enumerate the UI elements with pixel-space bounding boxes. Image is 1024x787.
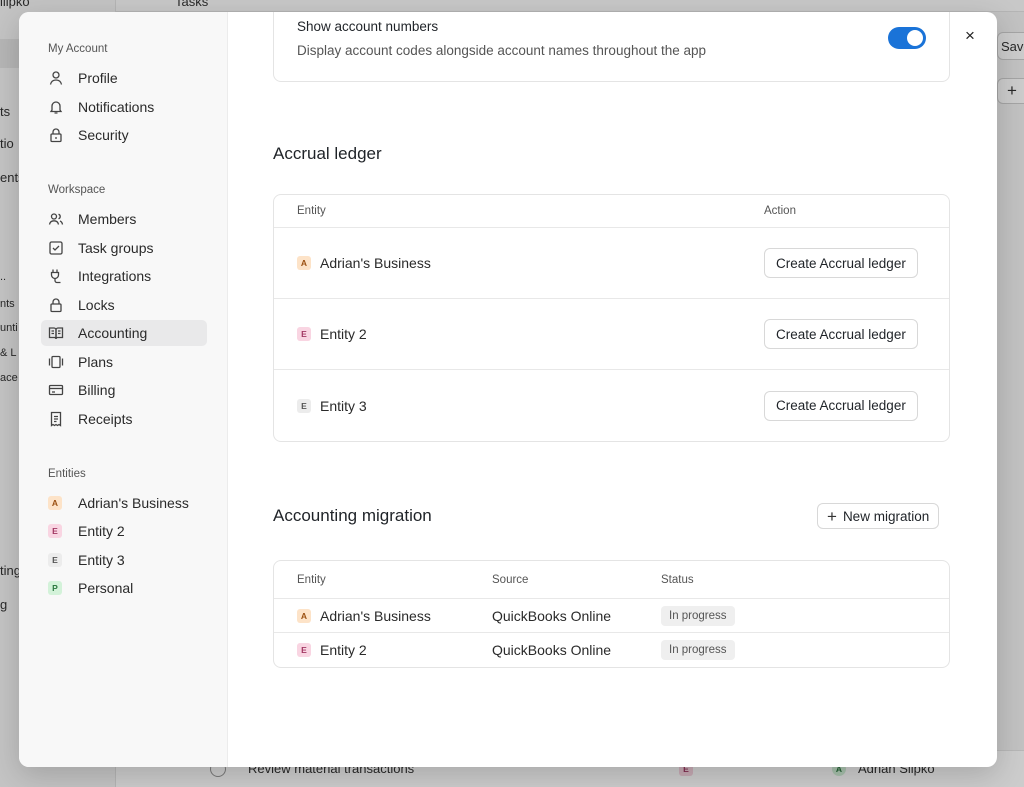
col-entity: Entity — [297, 573, 326, 586]
nav-item-plans[interactable]: Plans — [41, 349, 207, 375]
entity-cell: E Entity 2 — [297, 642, 492, 658]
nav-item-profile[interactable]: Profile — [41, 65, 207, 91]
settings-modal: My Account Profile Notifications Securit… — [19, 12, 997, 767]
entity-badge: A — [297, 608, 311, 623]
create-accrual-ledger-button[interactable]: Create Accrual ledger — [764, 390, 918, 421]
plans-icon — [48, 354, 64, 370]
users-icon — [48, 211, 64, 227]
entity-badge: P — [48, 581, 62, 595]
entity-badge: E — [297, 327, 311, 341]
nav-entity-entity-2[interactable]: E Entity 2 — [41, 518, 207, 544]
accrual-ledger-table: Entity Action A Adrian's Business Create… — [273, 194, 950, 442]
plug-icon — [48, 268, 64, 284]
migration-table-header: Entity Source Status — [274, 561, 949, 599]
status-badge: In progress — [661, 605, 735, 626]
lock-icon — [48, 297, 64, 313]
table-row: A Adrian's Business QuickBooks Online In… — [274, 599, 949, 633]
nav-item-label: Accounting — [78, 325, 148, 341]
accrual-ledger-title: Accrual ledger — [273, 144, 382, 163]
status-badge: In progress — [661, 640, 735, 660]
book-icon — [48, 325, 64, 341]
plus-icon: + — [827, 506, 837, 526]
nav-item-billing[interactable]: Billing — [41, 377, 207, 403]
create-accrual-ledger-button[interactable]: Create Accrual ledger — [764, 319, 918, 349]
settings-content: × Show account numbers Display account c… — [228, 12, 997, 767]
receipt-icon — [48, 411, 64, 427]
nav-item-label: Entity 2 — [78, 523, 125, 539]
lock-icon — [48, 127, 64, 143]
table-row: A Adrian's Business Create Accrual ledge… — [274, 228, 949, 299]
nav-entity-entity-3[interactable]: E Entity 3 — [41, 547, 207, 573]
nav-item-label: Members — [78, 211, 137, 227]
user-icon — [48, 70, 64, 86]
entity-cell: A Adrian's Business — [297, 255, 764, 271]
entity-name: Entity 2 — [320, 326, 367, 342]
account-numbers-title: Show account numbers — [297, 19, 439, 34]
entity-badge: E — [48, 524, 62, 538]
nav-item-label: Locks — [78, 296, 115, 313]
migration-table: Entity Source Status A Adrian's Business… — [273, 560, 950, 668]
nav-item-label: Task groups — [78, 239, 154, 256]
entity-badge: E — [297, 398, 311, 413]
nav-item-notifications[interactable]: Notifications — [41, 94, 207, 120]
nav-item-label: Plans — [78, 353, 114, 370]
nav-item-members[interactable]: Members — [41, 206, 207, 232]
table-row: E Entity 2 QuickBooks Online In progress — [274, 633, 949, 667]
entity-badge: A — [297, 256, 311, 270]
nav-item-label: Entity 3 — [78, 551, 125, 568]
col-entity: Entity — [297, 205, 326, 217]
nav-item-label: Receipts — [78, 410, 133, 427]
nav-section-workspace: Workspace — [48, 184, 106, 196]
entity-cell: E Entity 3 — [297, 398, 764, 414]
accrual-table-header: Entity Action — [274, 195, 949, 228]
nav-item-security[interactable]: Security — [41, 122, 207, 148]
nav-item-label: Integrations — [78, 268, 152, 284]
nav-item-task-groups[interactable]: Task groups — [41, 235, 207, 261]
nav-item-integrations[interactable]: Integrations — [41, 263, 207, 289]
account-numbers-toggle[interactable] — [888, 27, 926, 49]
source-cell: QuickBooks Online — [492, 607, 612, 624]
table-row: E Entity 3 Create Accrual ledger — [274, 370, 949, 441]
table-row: E Entity 2 Create Accrual ledger — [274, 299, 949, 370]
entity-badge: E — [48, 552, 62, 567]
card-icon — [48, 382, 64, 398]
bell-icon — [48, 99, 64, 115]
nav-item-locks[interactable]: Locks — [41, 292, 207, 318]
nav-entity-adrians-business[interactable]: A Adrian's Business — [41, 490, 207, 516]
entity-name: Entity 3 — [320, 397, 367, 414]
nav-item-label: Security — [78, 127, 129, 143]
entity-cell: E Entity 2 — [297, 326, 764, 342]
close-icon: × — [965, 26, 975, 45]
nav-item-label: Personal — [78, 580, 134, 596]
nav-item-label: Profile — [78, 70, 118, 86]
col-status: Status — [661, 573, 694, 586]
nav-section-entities: Entities — [48, 467, 86, 480]
entity-badge: A — [48, 495, 62, 510]
nav-item-receipts[interactable]: Receipts — [41, 406, 207, 432]
nav-item-label: Billing — [78, 382, 116, 398]
close-button[interactable]: × — [960, 26, 980, 46]
account-numbers-description: Display account codes alongside account … — [297, 43, 707, 58]
nav-item-label: Notifications — [78, 98, 155, 115]
accounting-migration-title: Accounting migration — [273, 506, 432, 525]
entity-badge: E — [297, 643, 311, 657]
nav-item-accounting[interactable]: Accounting — [41, 320, 207, 346]
account-numbers-card: Show account numbers Display account cod… — [273, 12, 950, 82]
entity-cell: A Adrian's Business — [297, 608, 492, 624]
entity-name: Entity 2 — [320, 642, 367, 658]
nav-item-label: Adrian's Business — [78, 494, 189, 511]
col-source: Source — [492, 573, 529, 586]
create-accrual-ledger-button[interactable]: Create Accrual ledger — [764, 248, 918, 278]
col-action: Action — [764, 205, 796, 217]
nav-entity-personal[interactable]: P Personal — [41, 575, 207, 601]
new-migration-label: New migration — [842, 508, 930, 524]
entity-name: Adrian's Business — [320, 607, 431, 624]
nav-section-my-account: My Account — [48, 43, 108, 55]
settings-nav: My Account Profile Notifications Securit… — [19, 12, 228, 767]
new-migration-button[interactable]: + New migration — [817, 503, 940, 529]
entity-name: Adrian's Business — [320, 255, 431, 271]
source-cell: QuickBooks Online — [492, 642, 612, 658]
toggle-knob — [907, 30, 923, 46]
task-groups-icon — [48, 240, 64, 256]
